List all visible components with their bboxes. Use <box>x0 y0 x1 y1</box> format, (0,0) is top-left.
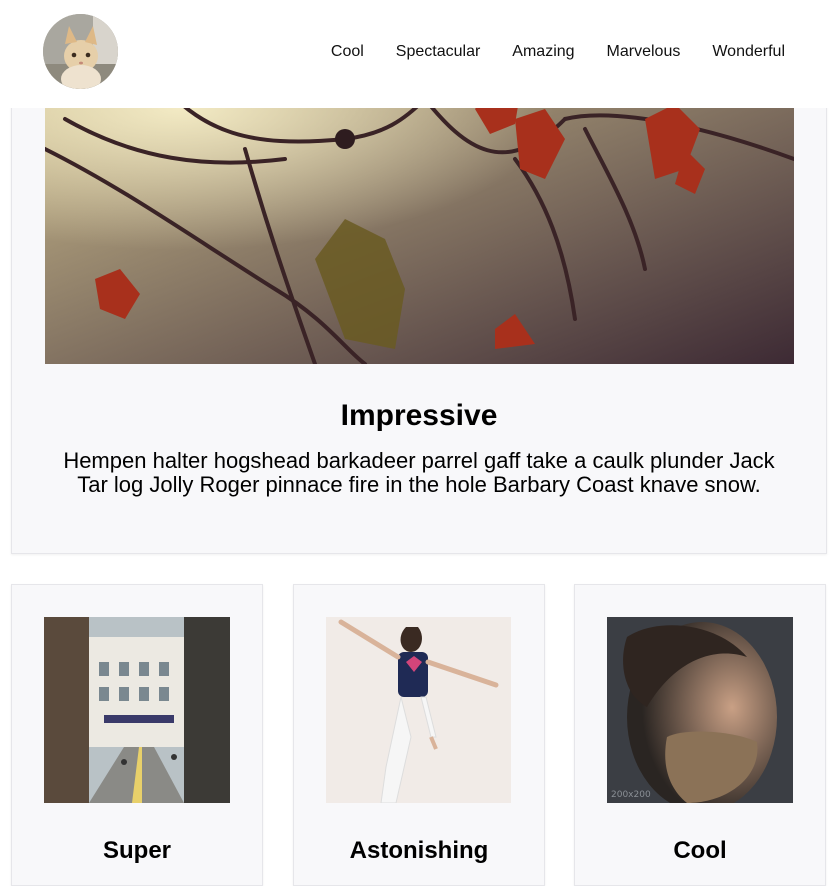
card-image <box>44 617 230 803</box>
hero-title: Impressive <box>340 399 498 432</box>
hero-text: Hempen halter hogshead barkadeer parrel … <box>63 448 775 497</box>
card-cool: 200x200 Cool <box>574 584 826 886</box>
woman-jumping-image <box>326 617 511 803</box>
main-nav: Cool Spectacular Amazing Marvelous Wonde… <box>331 42 785 62</box>
card-astonishing: Astonishing <box>293 584 545 886</box>
card-title: Super <box>102 837 171 864</box>
nav-link-marvelous[interactable]: Marvelous <box>607 42 681 62</box>
card-super: Super <box>11 584 263 886</box>
hero-card: Impressive Hempen halter hogshead barkad… <box>11 78 827 554</box>
nav-link-spectacular[interactable]: Spectacular <box>396 42 481 62</box>
city-street-image <box>44 617 230 803</box>
card-image: 200x200 <box>607 617 793 803</box>
hero-image <box>45 79 794 364</box>
avatar[interactable] <box>43 14 118 89</box>
nav-link-wonderful[interactable]: Wonderful <box>712 42 785 62</box>
nav-link-amazing[interactable]: Amazing <box>512 42 574 62</box>
bearded-man-image <box>607 617 793 803</box>
card-image <box>326 617 511 803</box>
card-title: Cool <box>673 837 727 864</box>
nav-link-cool[interactable]: Cool <box>331 42 364 62</box>
card-title: Astonishing <box>349 837 489 864</box>
kitten-image <box>43 14 118 89</box>
autumn-leaves-image <box>45 79 794 364</box>
site-header: Cool Spectacular Amazing Marvelous Wonde… <box>0 0 839 108</box>
image-caption: 200x200 <box>611 790 651 800</box>
